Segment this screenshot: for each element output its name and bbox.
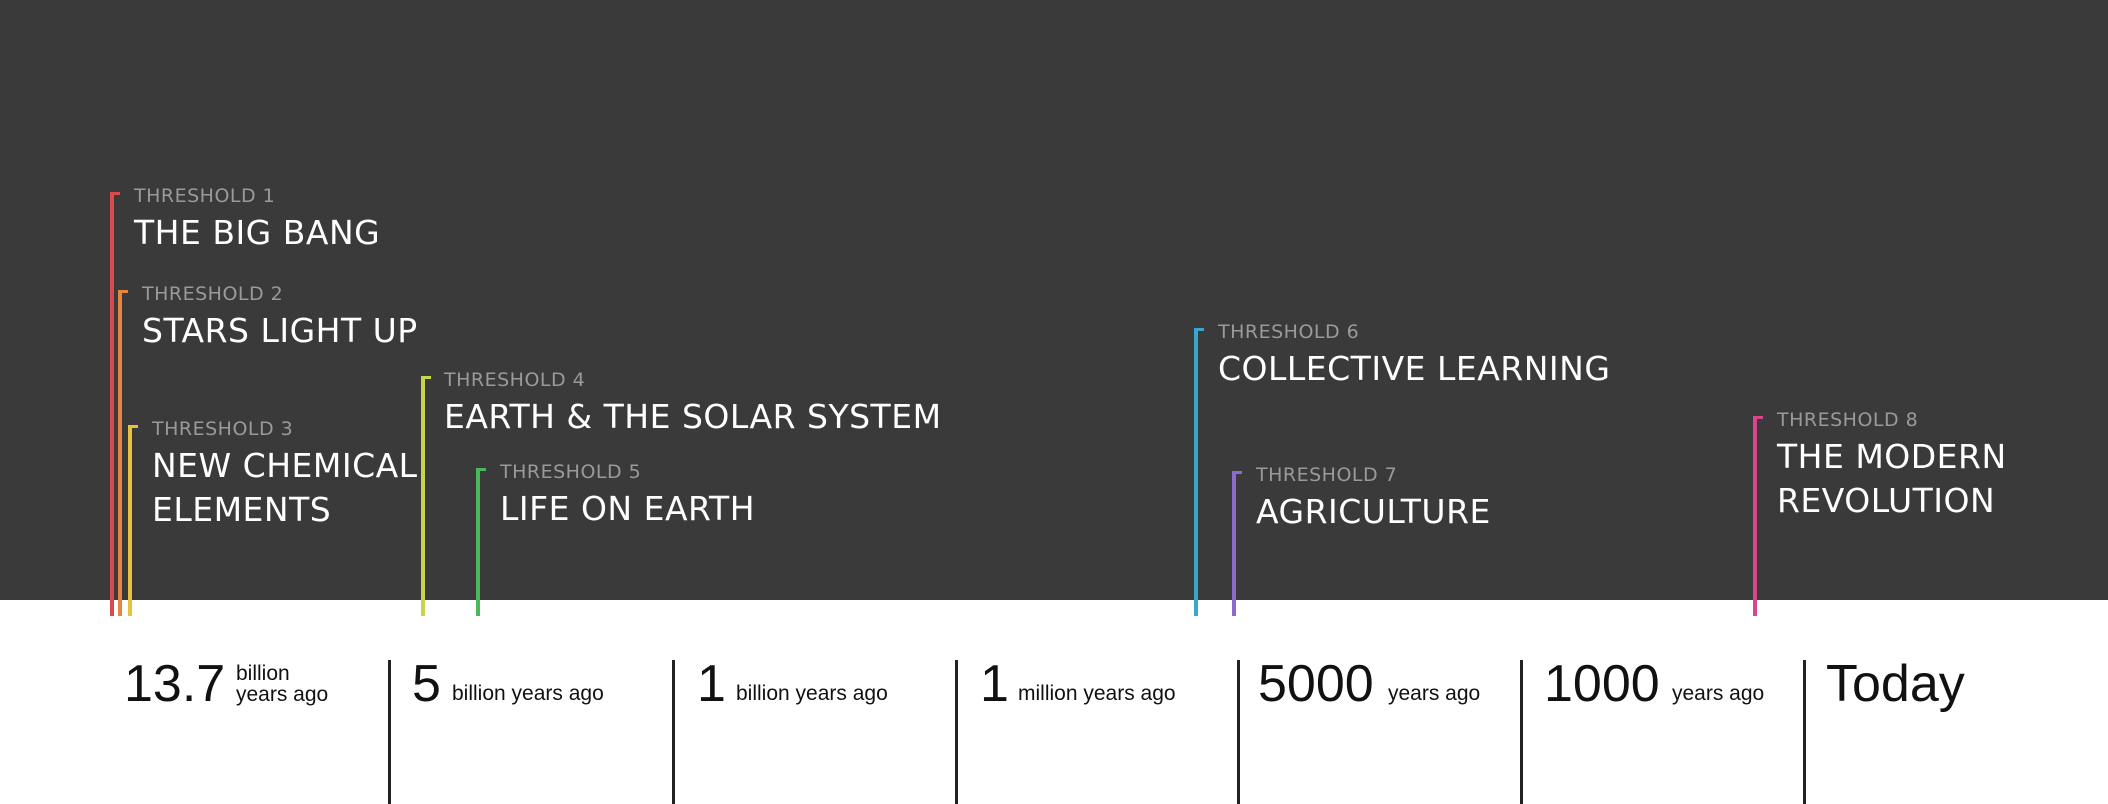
threshold-7-number: THRESHOLD 7: [1256, 464, 1398, 486]
time-scale-divider-6: [1803, 660, 1806, 804]
threshold-6-marker-line: [1194, 328, 1198, 616]
threshold-3-number: THRESHOLD 3: [152, 418, 294, 440]
time-scale-label-1-value: 13.7: [124, 655, 226, 713]
threshold-3-marker-tick: [128, 425, 138, 428]
threshold-4-number: THRESHOLD 4: [444, 369, 586, 391]
time-scale-label-4-value: 1: [980, 655, 1009, 713]
threshold-5-number: THRESHOLD 5: [500, 461, 642, 483]
threshold-5-title: LIFE ON EARTH: [500, 489, 756, 528]
threshold-3-title-line-1: NEW CHEMICAL: [152, 446, 418, 485]
time-scale-label-5-unit: years ago: [1388, 682, 1481, 705]
threshold-7-marker-tick: [1232, 471, 1242, 474]
threshold-8-title-line-2: REVOLUTION: [1777, 481, 1996, 520]
threshold-3-marker-line: [128, 425, 132, 616]
threshold-6-title: COLLECTIVE LEARNING: [1218, 349, 1611, 388]
threshold-1-marker-line: [110, 192, 114, 616]
threshold-8-marker-line: [1753, 416, 1757, 616]
time-scale-divider-5: [1520, 660, 1523, 804]
time-scale-label-6-unit: years ago: [1672, 682, 1765, 705]
threshold-2-marker-tick: [118, 290, 128, 293]
threshold-8-marker-tick: [1753, 416, 1763, 419]
time-scale-label-4-unit: million years ago: [1018, 682, 1176, 705]
time-scale-label-3-value: 1: [697, 655, 726, 713]
timeline-stage: THRESHOLD 1 THE BIG BANG THRESHOLD 2 STARS …: [0, 0, 2108, 804]
time-scale-label-2-unit: billion years ago: [452, 682, 604, 705]
threshold-1-title: THE BIG BANG: [134, 213, 381, 252]
threshold-6-number: THRESHOLD 6: [1218, 321, 1360, 343]
threshold-4-marker-line: [421, 376, 425, 616]
time-scale-divider-2: [672, 660, 675, 804]
threshold-4-marker-tick: [421, 376, 431, 379]
time-scale-label-1-unit-line-2: years ago: [236, 683, 329, 706]
time-scale-label-5-value: 5000: [1258, 655, 1374, 713]
threshold-5-marker-tick: [476, 468, 486, 471]
threshold-2-marker-line: [118, 290, 122, 616]
threshold-7-marker-line: [1232, 471, 1236, 616]
time-scale-label-3-unit: billion years ago: [736, 682, 888, 705]
threshold-3-title-line-2: ELEMENTS: [152, 490, 332, 529]
threshold-2-number: THRESHOLD 2: [142, 283, 284, 305]
time-scale-label-6-value: 1000: [1544, 655, 1660, 713]
threshold-2-title: STARS LIGHT UP: [142, 311, 418, 350]
threshold-7-title: AGRICULTURE: [1256, 492, 1491, 531]
threshold-1-marker-tick: [110, 192, 120, 195]
time-scale-divider-3: [955, 660, 958, 804]
time-scale-label-7-value: Today: [1826, 655, 1965, 713]
time-scale-divider-4: [1237, 660, 1240, 804]
threshold-6-marker-tick: [1194, 328, 1204, 331]
time-scale-divider-1: [388, 660, 391, 804]
threshold-4-title: EARTH & THE SOLAR SYSTEM: [444, 397, 942, 436]
time-scale-label-2-value: 5: [412, 655, 441, 713]
threshold-5-marker-line: [476, 468, 480, 616]
threshold-1-number: THRESHOLD 1: [134, 185, 276, 207]
threshold-8-title-line-1: THE MODERN: [1777, 437, 2007, 476]
time-scale-label-1-unit-line-1: billion: [236, 662, 290, 685]
threshold-8-number: THRESHOLD 8: [1777, 409, 1919, 431]
